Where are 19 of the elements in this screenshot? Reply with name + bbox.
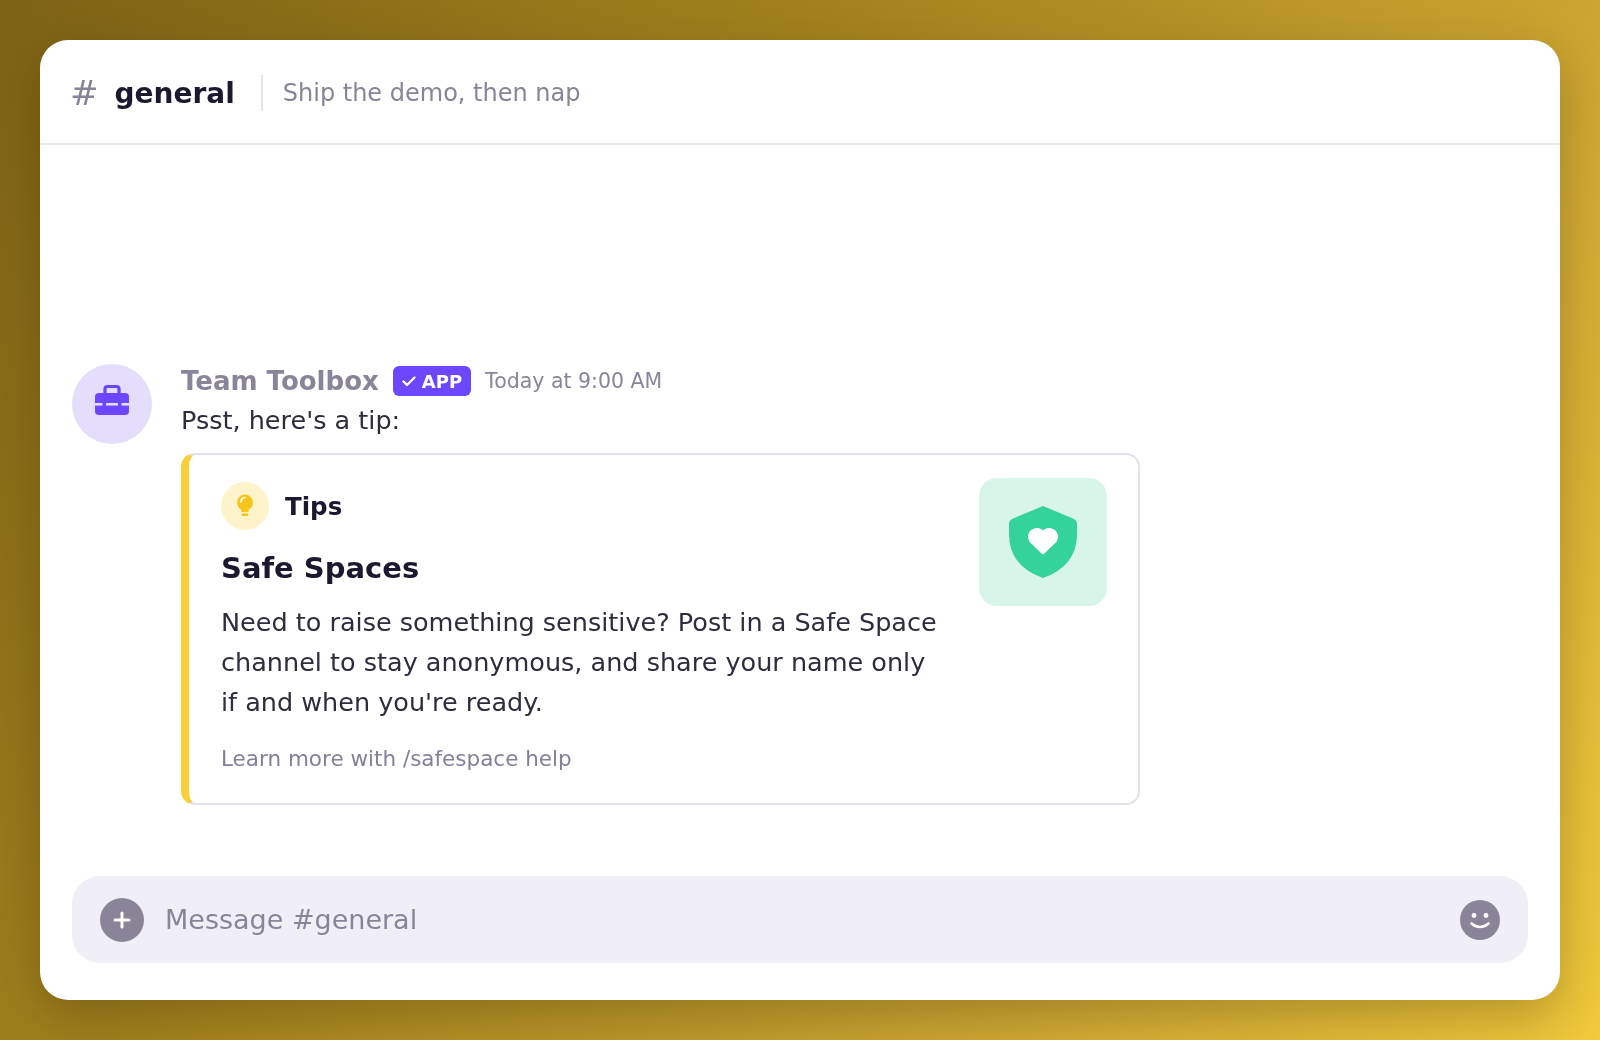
lightbulb-icon: [221, 482, 269, 530]
author-name[interactable]: Team Toolbox: [181, 366, 379, 396]
tip-category: Tips: [285, 491, 343, 521]
message-input[interactable]: Message #general: [165, 899, 1439, 940]
plus-icon: [100, 897, 144, 942]
toolbox-avatar-icon: [72, 364, 152, 444]
app-label: APP: [421, 370, 463, 392]
channel-name: general: [114, 76, 235, 110]
message-text: Psst, here's a tip:: [181, 404, 402, 437]
add-button[interactable]: [100, 897, 144, 942]
channel-topic: Ship the demo, then nap: [282, 79, 581, 107]
smiley-icon: [1460, 899, 1500, 940]
tip-body: Need to raise something sensitive? Post in a Safe Space channel to stay anonymous, and share your name only if and when you're ready.: [221, 606, 938, 719]
message-timestamp: Today at 9:00 AM: [485, 369, 663, 393]
tip-title: Safe Spaces: [221, 550, 421, 587]
message-composer[interactable]: Message #general: [72, 876, 1528, 963]
tip-footer-hint: Learn more with /safespace help: [221, 745, 573, 773]
emoji-button[interactable]: [1460, 899, 1500, 940]
channel-hash: #: [70, 73, 99, 113]
